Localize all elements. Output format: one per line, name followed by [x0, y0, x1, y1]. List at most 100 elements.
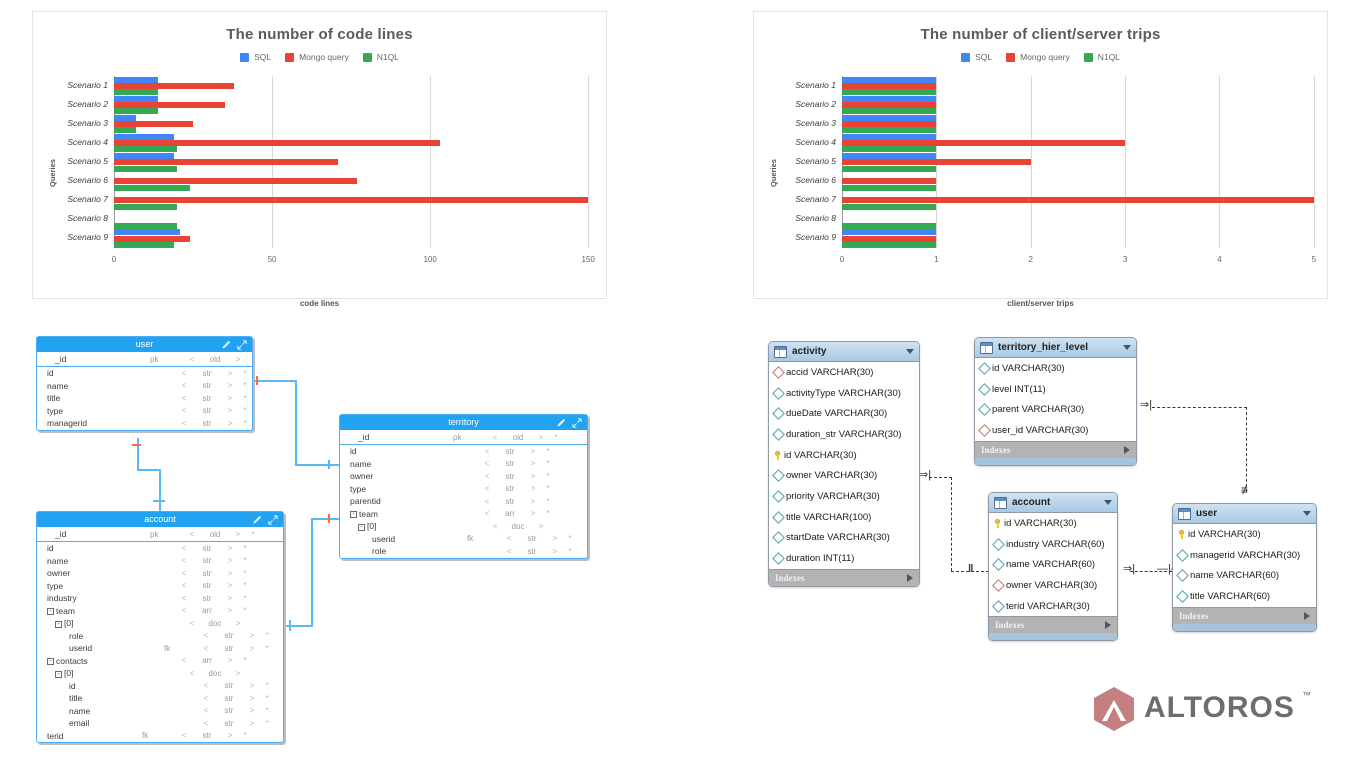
- primary-key-icon: [994, 518, 1001, 528]
- sql-column-row[interactable]: accid VARCHAR(30): [769, 362, 919, 383]
- primary-key-icon: [1178, 529, 1185, 539]
- column-diamond-icon: [978, 403, 991, 417]
- indexes-label: Indexes: [995, 620, 1025, 631]
- table-base-bar: [975, 457, 1136, 465]
- sql-table-user[interactable]: user id VARCHAR(30) managerid VARCHAR(30)…: [1172, 503, 1317, 632]
- sql-column-row[interactable]: user_id VARCHAR(30): [975, 420, 1136, 441]
- column-diamond-icon: [772, 510, 785, 524]
- sql-column-label: owner VARCHAR(30): [1006, 579, 1098, 591]
- sql-column-label: duration INT(11): [786, 553, 855, 565]
- sql-table-title: user: [1196, 508, 1218, 519]
- sql-column-label: level INT(11): [992, 383, 1046, 395]
- sql-column-row[interactable]: duration_str VARCHAR(30): [769, 424, 919, 445]
- sql-column-label: title VARCHAR(100): [786, 511, 872, 523]
- sql-column-row[interactable]: name VARCHAR(60): [1173, 565, 1316, 587]
- relation-thl-user-v: [1246, 407, 1247, 492]
- sql-column-row[interactable]: level INT(11): [975, 378, 1136, 400]
- sql-table-header[interactable]: activity: [769, 342, 919, 362]
- column-diamond-icon: [1176, 569, 1189, 583]
- chevron-down-icon[interactable]: [1303, 511, 1311, 516]
- sql-column-row[interactable]: owner VARCHAR(30): [989, 575, 1117, 596]
- sql-column-row[interactable]: terid VARCHAR(30): [989, 595, 1117, 617]
- sql-column-row[interactable]: id VARCHAR(30): [975, 358, 1136, 379]
- sql-column-label: name VARCHAR(60): [1190, 570, 1280, 582]
- indexes-label: Indexes: [775, 572, 805, 583]
- sql-table-account[interactable]: account id VARCHAR(30) industry VARCHAR(6…: [988, 492, 1118, 642]
- chevron-right-icon[interactable]: [1105, 621, 1111, 630]
- sql-column-row[interactable]: duration INT(11): [769, 548, 919, 569]
- sql-column-row[interactable]: priority VARCHAR(30): [769, 486, 919, 507]
- table-icon: [1178, 507, 1191, 520]
- column-diamond-icon: [772, 407, 785, 421]
- foreign-key-diamond-icon: [978, 424, 991, 437]
- sql-column-row[interactable]: title VARCHAR(100): [769, 506, 919, 528]
- column-diamond-icon: [992, 558, 1005, 572]
- sql-column-row[interactable]: owner VARCHAR(30): [769, 465, 919, 487]
- sql-table-header[interactable]: account: [989, 493, 1117, 513]
- sql-column-row[interactable]: id VARCHAR(30): [769, 444, 919, 466]
- sql-table-body: id VARCHAR(30) managerid VARCHAR(30) name …: [1173, 524, 1316, 607]
- sql-column-label: id VARCHAR(30): [784, 449, 857, 461]
- sql-column-label: user_id VARCHAR(30): [992, 424, 1089, 436]
- column-diamond-icon: [772, 531, 785, 545]
- chevron-right-icon[interactable]: [1124, 445, 1130, 454]
- sql-column-row[interactable]: managerid VARCHAR(30): [1173, 544, 1316, 566]
- sql-table-indexes-footer[interactable]: Indexes: [1173, 606, 1316, 624]
- sql-table-header[interactable]: user: [1173, 504, 1316, 524]
- sql-table-indexes-footer[interactable]: Indexes: [989, 616, 1117, 634]
- crowfoot-icon: ⇒|: [1140, 399, 1153, 411]
- column-diamond-icon: [1176, 590, 1189, 603]
- sql-column-label: id VARCHAR(30): [1004, 517, 1077, 529]
- sql-table-indexes-footer[interactable]: Indexes: [769, 568, 919, 586]
- sql-column-row[interactable]: id VARCHAR(30): [989, 513, 1117, 534]
- chevron-right-icon[interactable]: [1304, 611, 1310, 620]
- sql-column-row[interactable]: activityType VARCHAR(30): [769, 382, 919, 404]
- chevron-right-icon[interactable]: [907, 573, 913, 582]
- chevron-down-icon[interactable]: [1123, 345, 1131, 350]
- relation-activity-account-v: [951, 477, 952, 571]
- sql-column-label: title VARCHAR(60): [1190, 590, 1271, 602]
- trademark-symbol: ™: [1302, 690, 1311, 700]
- sql-table-body: accid VARCHAR(30) activityType VARCHAR(30…: [769, 362, 919, 569]
- table-base-bar: [989, 633, 1117, 641]
- sql-column-label: name VARCHAR(60): [1006, 559, 1096, 571]
- sql-column-row[interactable]: name VARCHAR(60): [989, 554, 1117, 576]
- foreign-key-diamond-icon: [772, 365, 785, 379]
- column-diamond-icon: [772, 386, 785, 400]
- altoros-logo: ALTOROS ™: [1092, 686, 1322, 732]
- sql-table-activity[interactable]: activity accid VARCHAR(30) activityType V…: [768, 341, 920, 587]
- column-diamond-icon: [992, 537, 1005, 551]
- sql-column-row[interactable]: industry VARCHAR(60): [989, 533, 1117, 555]
- sql-table-body: id VARCHAR(30) industry VARCHAR(60) name V…: [989, 513, 1117, 617]
- sql-column-row[interactable]: dueDate VARCHAR(30): [769, 403, 919, 425]
- indexes-label: Indexes: [981, 444, 1011, 455]
- sql-table-header[interactable]: territory_hier_level: [975, 338, 1136, 358]
- sql-column-row[interactable]: id VARCHAR(30): [1173, 524, 1316, 545]
- sql-column-label: managerid VARCHAR(30): [1190, 549, 1301, 561]
- sql-column-label: priority VARCHAR(30): [786, 490, 880, 502]
- sql-column-label: activityType VARCHAR(30): [786, 387, 901, 399]
- relation-activity-account-h1: [929, 477, 952, 478]
- sql-column-label: id VARCHAR(30): [992, 362, 1065, 374]
- sql-column-row[interactable]: title VARCHAR(60): [1173, 586, 1316, 607]
- foreign-key-diamond-icon: [992, 579, 1005, 592]
- chevron-down-icon[interactable]: [906, 349, 914, 354]
- column-diamond-icon: [978, 361, 991, 375]
- one-notation-icon: ≢: [1241, 483, 1253, 497]
- column-diamond-icon: [772, 428, 785, 441]
- one-notation-icon: ‖: [968, 563, 974, 575]
- altoros-mark-icon: [1094, 687, 1134, 731]
- sql-column-label: startDate VARCHAR(30): [786, 532, 890, 544]
- sql-table-territory-hier-level[interactable]: territory_hier_level id VARCHAR(30) level…: [974, 337, 1137, 466]
- sql-column-row[interactable]: startDate VARCHAR(30): [769, 527, 919, 549]
- indexes-label: Indexes: [1179, 610, 1209, 621]
- sql-table-indexes-footer[interactable]: Indexes: [975, 440, 1136, 458]
- sql-table-title: account: [1012, 497, 1051, 508]
- sql-er-diagram: ⇒| ‖ ⇒| —|— ⇒| ≢ activity accid VARCHAR(…: [0, 0, 1360, 761]
- sql-column-row[interactable]: parent VARCHAR(30): [975, 399, 1136, 421]
- column-diamond-icon: [772, 469, 785, 483]
- sql-table-title: activity: [792, 346, 827, 357]
- relation-thl-user-h: [1152, 407, 1247, 408]
- chevron-down-icon[interactable]: [1104, 500, 1112, 505]
- sql-column-label: parent VARCHAR(30): [992, 404, 1085, 416]
